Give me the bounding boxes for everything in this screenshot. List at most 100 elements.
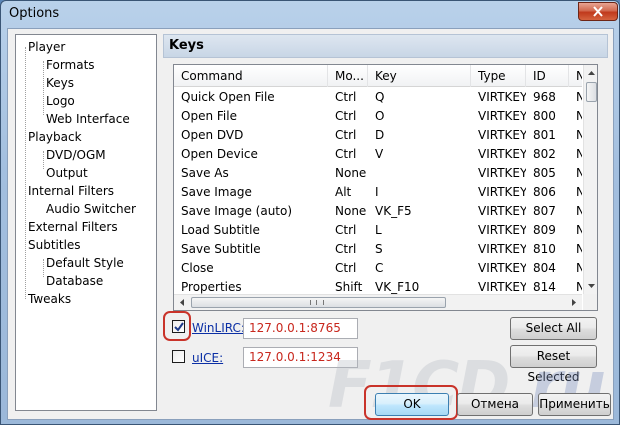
table-row[interactable]: Save Subtitle Ctrl S VIRTKEY 810 N	[174, 240, 582, 259]
column-header-modifier[interactable]: Mo...	[328, 65, 368, 87]
tree-item-subtitles[interactable]: Subtitles	[28, 236, 81, 254]
title-bar[interactable]: Options	[1, 1, 619, 27]
tree-connector	[43, 259, 44, 277]
cell-modifier: Ctrl	[335, 261, 357, 275]
cell-command: Open DVD	[181, 128, 244, 142]
cell-key: VK_F5	[375, 204, 412, 218]
uice-checkbox[interactable]	[172, 350, 185, 363]
cell-modifier: Ctrl	[335, 242, 357, 256]
cell-more: N	[569, 259, 582, 278]
uice-address-field[interactable]: 127.0.0.1:1234	[243, 347, 358, 368]
cell-more: N	[569, 126, 582, 145]
column-header-more[interactable]: N	[569, 65, 582, 87]
cell-more: N	[569, 221, 582, 240]
cell-more: N	[569, 240, 582, 259]
tree-item-database[interactable]: Database	[46, 272, 103, 290]
tree-item-default-style[interactable]: Default Style	[46, 254, 124, 272]
ok-button[interactable]: OK	[375, 393, 449, 416]
cell-id: 968	[533, 90, 556, 104]
arrow-left-icon	[179, 299, 184, 306]
cell-key: Q	[375, 90, 385, 104]
cell-more: N	[569, 88, 582, 107]
column-header-id[interactable]: ID	[526, 65, 569, 87]
table-row[interactable]: Close Ctrl C VIRTKEY 804 N	[174, 259, 582, 278]
cell-id: 802	[533, 147, 556, 161]
cell-key: I	[375, 185, 379, 199]
cell-command: Load Subtitle	[181, 223, 260, 237]
scroll-up-button[interactable]	[584, 65, 597, 80]
cell-command: Close	[181, 261, 214, 275]
reset-selected-button[interactable]: Reset Selected	[510, 345, 597, 384]
cell-modifier: Ctrl	[335, 223, 357, 237]
column-header-key[interactable]: Key	[368, 65, 471, 87]
cell-more: N	[569, 183, 582, 202]
cancel-button[interactable]: Отмена	[457, 393, 533, 416]
cell-id: 805	[533, 166, 556, 180]
winlirc-address-field[interactable]: 127.0.0.1:8765	[243, 318, 358, 339]
cell-modifier: Ctrl	[335, 90, 357, 104]
cell-id: 806	[533, 185, 556, 199]
cell-type: VIRTKEY	[478, 223, 526, 237]
tree-item-tweaks[interactable]: Tweaks	[28, 290, 71, 308]
cell-key: C	[375, 261, 384, 275]
window-title: Options	[9, 6, 60, 21]
table-row[interactable]: Open File Ctrl O VIRTKEY 800 N	[174, 107, 582, 126]
tree-item-dvd-ogm[interactable]: DVD/OGM	[46, 146, 106, 164]
scroll-right-button[interactable]	[566, 295, 581, 310]
tree-item-keys[interactable]: Keys	[46, 74, 75, 92]
tree-item-external-filters[interactable]: External Filters	[28, 218, 118, 236]
apply-button[interactable]: Применить	[538, 393, 611, 416]
table-row[interactable]: Open DVD Ctrl D VIRTKEY 801 N	[174, 126, 582, 145]
cell-modifier: None	[335, 204, 367, 218]
tree-item-playback[interactable]: Playback	[28, 128, 82, 146]
close-icon	[593, 6, 603, 17]
cell-id: 800	[533, 109, 556, 123]
keys-grid[interactable]: Command Mo... Key Type ID N Quick Open F…	[173, 64, 598, 311]
table-row[interactable]: Save As None VIRTKEY 805 N	[174, 164, 582, 183]
cell-key: O	[375, 109, 385, 123]
scroll-left-button[interactable]	[174, 295, 189, 310]
horizontal-scroll-thumb[interactable]	[191, 297, 446, 308]
table-row[interactable]: Load Subtitle Ctrl L VIRTKEY 809 N	[174, 221, 582, 240]
tree-item-output[interactable]: Output	[46, 164, 88, 182]
checkmark-icon	[174, 322, 184, 332]
winlirc-link[interactable]: WinLIRC:	[192, 321, 245, 335]
vertical-scrollbar[interactable]	[583, 65, 597, 294]
grip-icon	[310, 300, 324, 305]
table-row[interactable]: Quick Open File Ctrl Q VIRTKEY 968 N	[174, 88, 582, 107]
tree-item-player[interactable]: Player	[28, 38, 65, 56]
scroll-corner	[583, 294, 597, 310]
table-row[interactable]: Save Image Alt I VIRTKEY 806 N	[174, 183, 582, 202]
options-window: Options Player Formats Keys Logo Web Int…	[0, 0, 620, 425]
cell-modifier: Alt	[335, 185, 352, 199]
cell-type: VIRTKEY	[478, 204, 526, 218]
select-all-button[interactable]: Select All	[510, 317, 597, 340]
cell-modifier: Ctrl	[335, 109, 357, 123]
cell-id: 804	[533, 261, 556, 275]
grid-header: Command Mo... Key Type ID N	[174, 65, 582, 87]
table-row[interactable]: Save Image (auto) None VK_F5 VIRTKEY 807 N	[174, 202, 582, 221]
winlirc-checkbox[interactable]	[172, 320, 185, 333]
tree-item-audio-switcher[interactable]: Audio Switcher	[46, 200, 136, 218]
tree-item-web-interface[interactable]: Web Interface	[46, 110, 130, 128]
tree-item-internal-filters[interactable]: Internal Filters	[28, 182, 114, 200]
tree-item-logo[interactable]: Logo	[46, 92, 75, 110]
options-tree[interactable]: Player Formats Keys Logo Web Interface P…	[15, 34, 157, 411]
table-row[interactable]: Open Device Ctrl V VIRTKEY 802 N	[174, 145, 582, 164]
vertical-scroll-thumb[interactable]	[586, 82, 597, 102]
cell-key: S	[375, 242, 383, 256]
cell-type: VIRTKEY	[478, 90, 526, 104]
column-header-type[interactable]: Type	[471, 65, 526, 87]
uice-link[interactable]: uICE:	[192, 351, 223, 365]
scroll-down-button[interactable]	[584, 278, 597, 293]
cell-type: VIRTKEY	[478, 166, 526, 180]
close-button[interactable]	[578, 2, 618, 21]
cell-type: VIRTKEY	[478, 109, 526, 123]
cell-command: Save Image	[181, 185, 252, 199]
column-header-command[interactable]: Command	[174, 65, 328, 87]
cell-key: D	[375, 128, 385, 142]
cell-command: Save Subtitle	[181, 242, 261, 256]
cell-modifier: None	[335, 166, 367, 180]
tree-item-formats[interactable]: Formats	[46, 56, 95, 74]
horizontal-scrollbar[interactable]	[174, 294, 582, 310]
